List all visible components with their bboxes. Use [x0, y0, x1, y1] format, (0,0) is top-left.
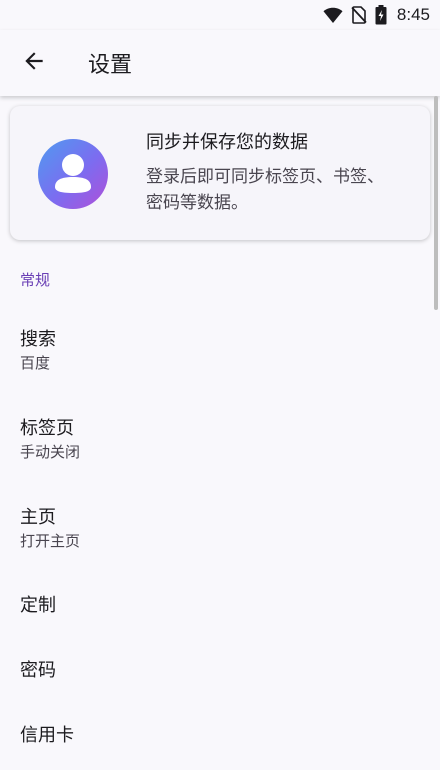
setting-title: 信用卡 — [20, 725, 74, 746]
setting-title: 搜索 — [20, 329, 56, 350]
sync-card-title: 同步并保存您的数据 — [146, 132, 308, 153]
page-title: 设置 — [88, 53, 133, 78]
no-sim-icon — [351, 6, 367, 24]
setting-item-customize[interactable]: 定制 — [0, 594, 440, 618]
status-bar: 8:45 — [0, 0, 440, 30]
setting-title: 主页 — [20, 507, 56, 528]
setting-title: 定制 — [20, 595, 56, 616]
back-button[interactable] — [8, 37, 60, 89]
setting-item-search[interactable]: 搜索 百度 — [0, 328, 440, 374]
section-header-general: 常规 — [20, 271, 51, 289]
wifi-icon — [323, 6, 343, 24]
setting-title: 密码 — [20, 660, 56, 681]
setting-item-passwords[interactable]: 密码 — [0, 659, 440, 683]
app-bar: 设置 — [0, 30, 440, 96]
account-avatar-icon — [38, 139, 108, 209]
status-time: 8:45 — [396, 5, 430, 24]
setting-item-homepage[interactable]: 主页 打开主页 — [0, 506, 440, 552]
sync-card-description: 登录后即可同步标签页、书签、密码等数据。 — [146, 167, 384, 213]
setting-subtitle: 百度 — [20, 354, 51, 372]
settings-list: 同步并保存您的数据 登录后即可同步标签页、书签、密码等数据。 常规 搜索 百度 … — [0, 96, 440, 770]
sync-card[interactable]: 同步并保存您的数据 登录后即可同步标签页、书签、密码等数据。 — [10, 106, 430, 240]
setting-subtitle: 手动关闭 — [20, 443, 81, 461]
setting-item-credit-cards[interactable]: 信用卡 — [0, 724, 440, 748]
setting-title: 标签页 — [20, 418, 74, 439]
arrow-back-icon — [21, 48, 47, 78]
battery-charging-icon — [375, 5, 387, 25]
scrollbar[interactable] — [434, 96, 438, 310]
setting-item-tabs[interactable]: 标签页 手动关闭 — [0, 417, 440, 463]
setting-subtitle: 打开主页 — [20, 532, 81, 550]
